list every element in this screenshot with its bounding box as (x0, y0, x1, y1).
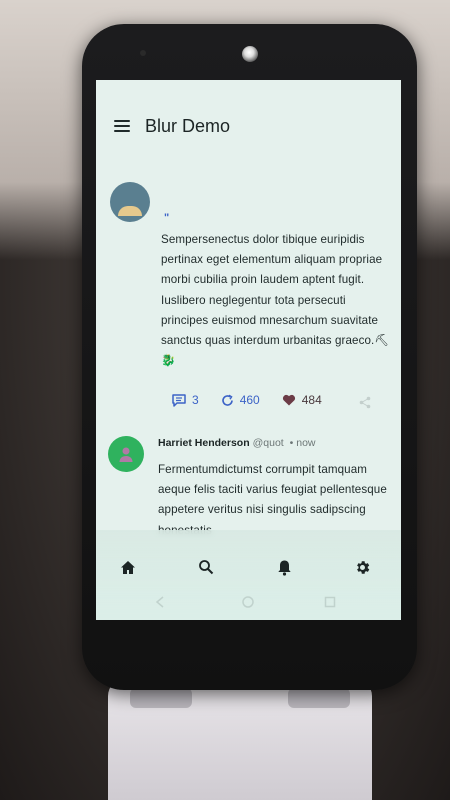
repost-icon (221, 394, 233, 406)
gear-icon (356, 560, 369, 574)
search-icon (199, 560, 214, 575)
nav-search[interactable] (195, 556, 217, 578)
like-button[interactable]: 484 (282, 393, 322, 407)
home-icon (121, 560, 135, 574)
avatar[interactable] (110, 182, 150, 222)
heart-icon (282, 394, 295, 406)
share-icon (359, 396, 371, 409)
chat-bubble-icon (172, 393, 186, 407)
proximity-sensor (140, 50, 146, 56)
home-circle-icon[interactable] (242, 596, 254, 608)
stand-slot-left (130, 688, 192, 708)
app-bar: Blur Demo (96, 80, 401, 172)
app-screen: Blur Demo " Sempersenectus dolor tibique… (96, 80, 401, 620)
author-handle: @quot (252, 437, 284, 449)
menu-icon[interactable] (114, 120, 130, 132)
repost-button[interactable]: 460 (221, 393, 260, 407)
person-icon (119, 447, 133, 462)
post-author-line: Harriet Henderson @quot • now (158, 437, 316, 449)
post-text: Fermentumdictumst corrumpit tamquam aequ… (158, 463, 387, 537)
nav-settings[interactable] (351, 556, 373, 578)
post-time: • now (289, 437, 316, 449)
bell-icon (277, 560, 291, 576)
reply-count: 3 (192, 393, 199, 407)
back-icon[interactable] (154, 596, 166, 608)
post-text: Sempersenectus dolor tibique euripidis p… (161, 233, 390, 368)
like-count: 484 (301, 393, 322, 407)
avatar[interactable] (108, 436, 144, 472)
phone-stand (108, 678, 372, 800)
quote-mark: " (164, 212, 170, 224)
share-button[interactable] (359, 396, 371, 414)
post-actions: 3 460 484 (172, 393, 344, 407)
stand-slot-right (288, 688, 350, 708)
reply-button[interactable]: 3 (172, 393, 199, 407)
system-navigation-bar (96, 592, 401, 614)
repost-count: 460 (239, 393, 260, 407)
front-camera (242, 46, 258, 62)
nav-notifications[interactable] (273, 556, 295, 578)
app-title: Blur Demo (145, 115, 231, 136)
author-name[interactable]: Harriet Henderson (158, 437, 250, 449)
bottom-navigation (96, 530, 401, 620)
nav-home[interactable] (117, 556, 139, 578)
recents-icon[interactable] (324, 596, 336, 608)
